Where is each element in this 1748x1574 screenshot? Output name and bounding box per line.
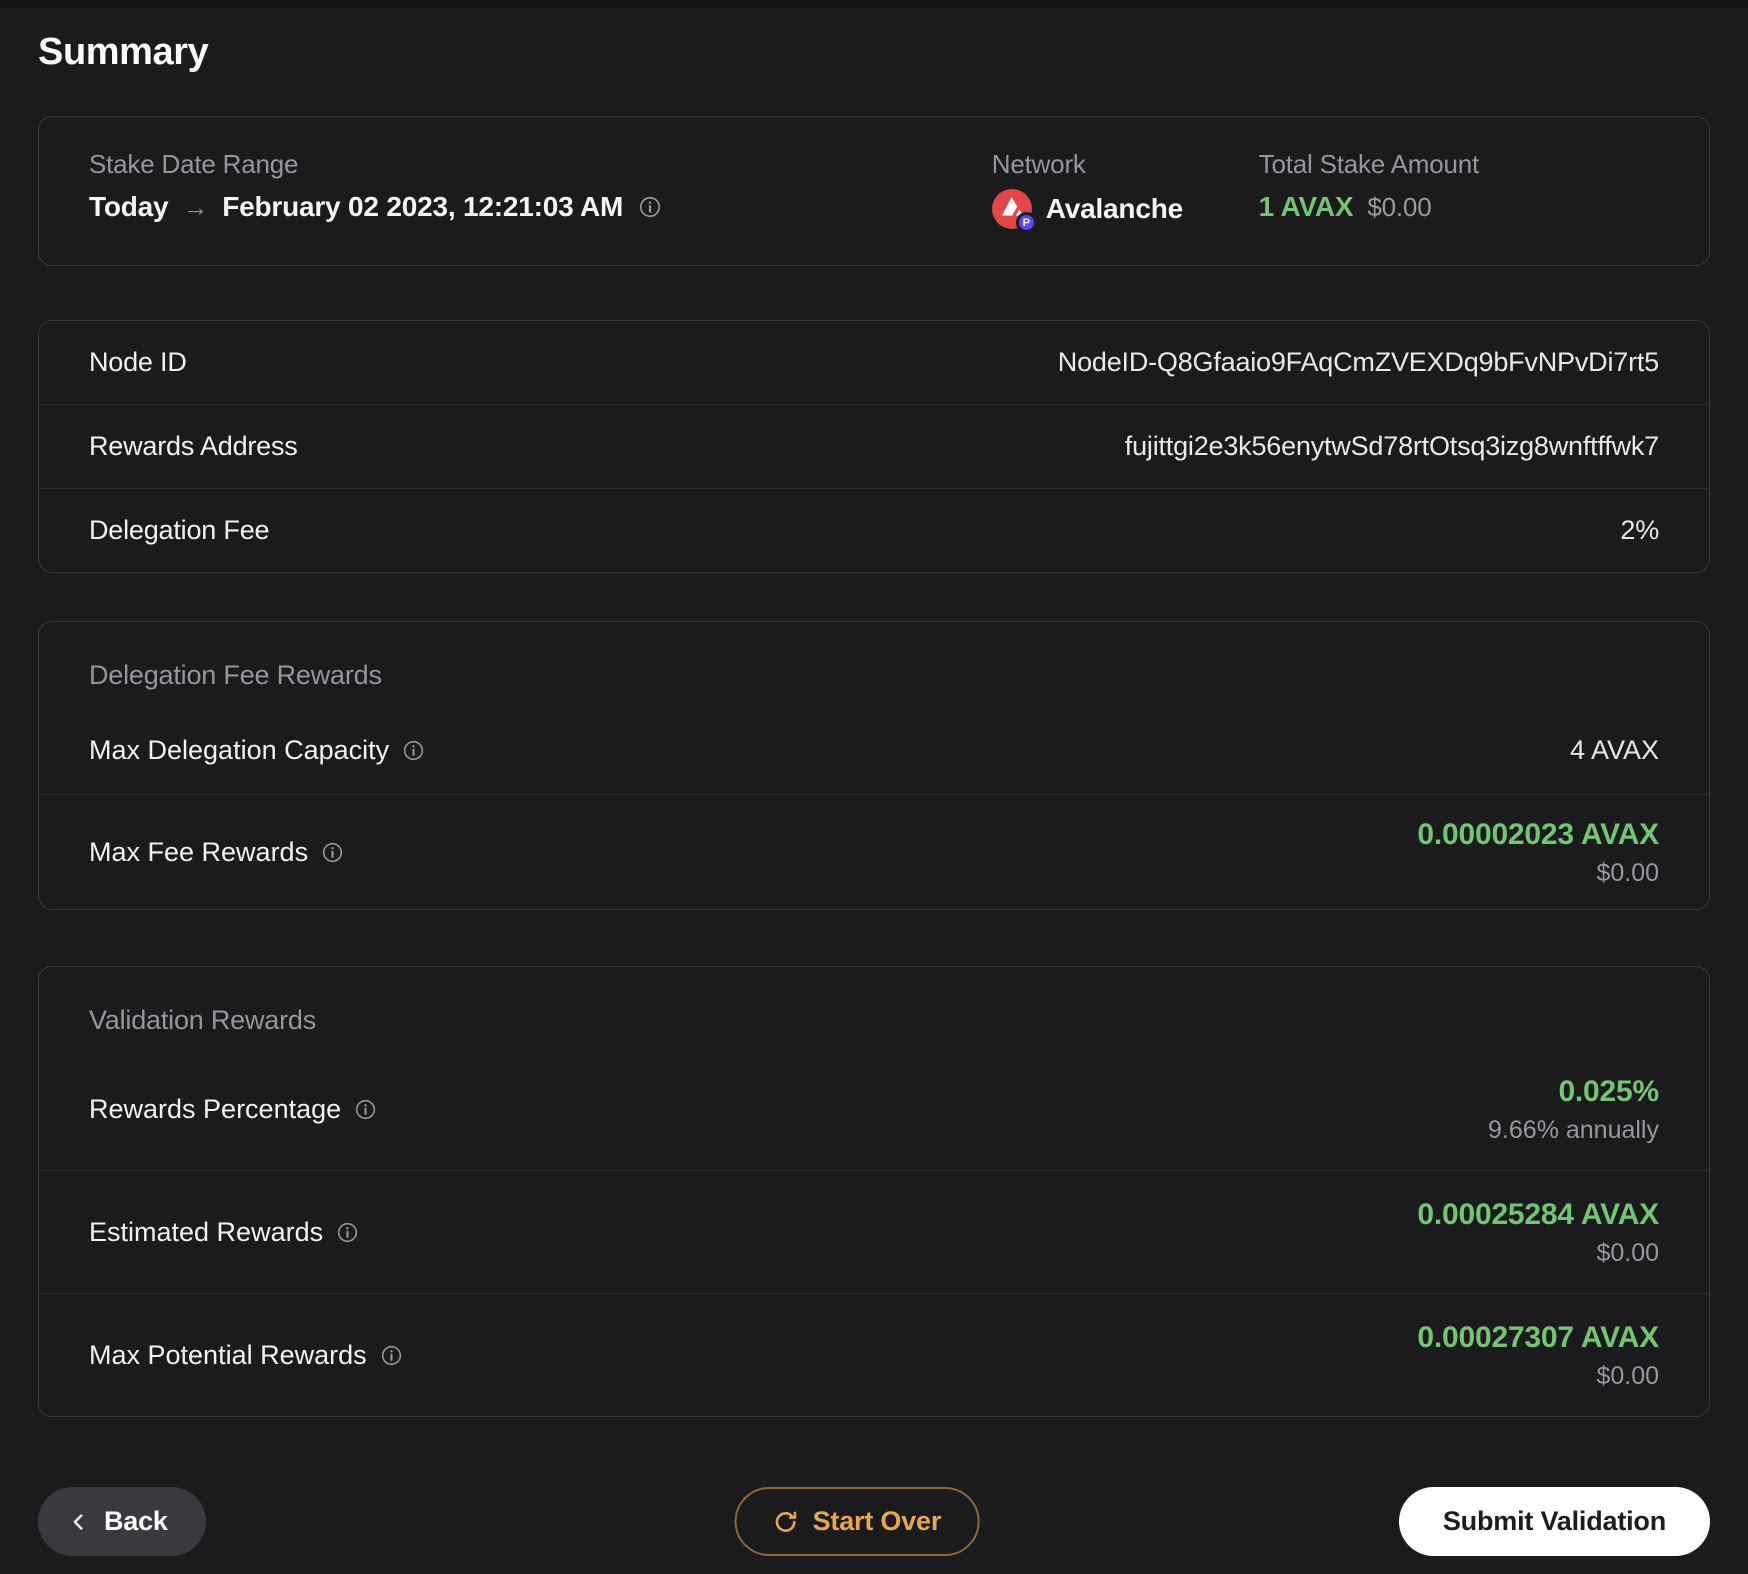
start-over-button[interactable]: Start Over [734, 1487, 980, 1556]
stake-date-range-field: Stake Date Range Today → February 02 202… [89, 149, 992, 229]
validation-rewards-card: Validation Rewards Rewards Percentage 0.… [38, 966, 1710, 1417]
delegation-fee-label: Delegation Fee [89, 515, 270, 545]
rewards-address-label: Rewards Address [89, 431, 298, 461]
info-icon[interactable] [403, 740, 424, 761]
submit-validation-button[interactable]: Submit Validation [1398, 1487, 1710, 1556]
max-delegation-capacity-value: 4 AVAX [1569, 735, 1659, 765]
estimated-rewards-value: 0.00025284 AVAX [1417, 1198, 1659, 1231]
rewards-address-row: Rewards Address fujittgi2e3k56enytwSd78r… [39, 404, 1709, 488]
info-icon[interactable] [381, 1345, 402, 1366]
p-chain-badge: P [1015, 212, 1037, 233]
estimated-rewards-usd: $0.00 [1596, 1239, 1659, 1267]
stake-overview-card: Stake Date Range Today → February 02 202… [38, 116, 1710, 266]
max-potential-rewards-row: Max Potential Rewards 0.00027307 AVAX $0… [39, 1293, 1709, 1416]
estimated-rewards-row: Estimated Rewards 0.00025284 AVAX $0.00 [39, 1170, 1709, 1293]
back-button-label: Back [104, 1506, 168, 1536]
delegation-fee-rewards-title: Delegation Fee Rewards [89, 660, 382, 690]
max-potential-rewards-label: Max Potential Rewards [89, 1339, 367, 1370]
summary-panel: Summary Stake Date Range Today → Februar… [0, 30, 1748, 1556]
total-stake-label: Total Stake Amount [1258, 149, 1480, 179]
max-delegation-capacity-row: Max Delegation Capacity 4 AVAX [39, 713, 1709, 794]
total-stake-amount: 1 AVAX [1258, 191, 1354, 222]
max-delegation-capacity-label: Max Delegation Capacity [89, 735, 390, 765]
total-stake-field: Total Stake Amount 1 AVAX $0.00 [1259, 149, 1659, 229]
info-icon[interactable] [639, 196, 661, 218]
rewards-address-value: fujittgi2e3k56enytwSd78rtOtsq3izg8wnftff… [1124, 431, 1659, 461]
rewards-percentage-annual: 9.66% annually [1488, 1116, 1659, 1144]
rewards-percentage-value: 0.025% [1558, 1075, 1659, 1108]
estimated-rewards-label: Estimated Rewards [89, 1216, 324, 1247]
max-potential-rewards-usd: $0.00 [1596, 1362, 1659, 1390]
stake-date-to: February 02 2023, 12:21:03 AM [222, 191, 624, 222]
node-id-label: Node ID [89, 347, 187, 377]
node-details-card: Node ID NodeID-Q8Gfaaio9FAqCmZVEXDq9bFvN… [38, 320, 1710, 573]
max-fee-rewards-value: 0.00002023 AVAX [1417, 818, 1659, 851]
node-id-value: NodeID-Q8Gfaaio9FAqCmZVEXDq9bFvNPvDi7rt5 [1057, 347, 1659, 377]
submit-validation-button-label: Submit Validation [1442, 1506, 1666, 1536]
rewards-percentage-row: Rewards Percentage 0.025% 9.66% annually [39, 1048, 1709, 1170]
restart-icon [773, 1509, 799, 1535]
delegation-fee-row: Delegation Fee 2% [39, 488, 1709, 572]
max-potential-rewards-value: 0.00027307 AVAX [1417, 1321, 1659, 1354]
validation-rewards-title: Validation Rewards [89, 1005, 317, 1035]
start-over-button-label: Start Over [812, 1506, 942, 1536]
delegation-fee-value: 2% [1620, 515, 1659, 545]
info-icon[interactable] [322, 842, 343, 863]
max-fee-rewards-row: Max Fee Rewards 0.00002023 AVAX $0.00 [39, 794, 1709, 909]
node-id-row: Node ID NodeID-Q8Gfaaio9FAqCmZVEXDq9bFvN… [39, 321, 1709, 404]
footer-actions: Back Start Over Submit Validation [38, 1487, 1710, 1556]
arrow-right-icon: → [182, 192, 209, 222]
avalanche-p-chain-icon: P [991, 189, 1037, 233]
total-stake-usd: $0.00 [1367, 192, 1432, 222]
stake-date-from: Today [89, 191, 169, 222]
network-field: Network P Avalanche [991, 149, 1259, 233]
info-icon[interactable] [355, 1099, 376, 1120]
stake-date-range-label: Stake Date Range [89, 149, 299, 179]
back-button[interactable]: Back [38, 1487, 206, 1556]
chevron-left-icon [68, 1511, 90, 1533]
max-fee-rewards-usd: $0.00 [1596, 859, 1659, 887]
page-title: Summary [38, 31, 209, 73]
network-label: Network [991, 149, 1086, 179]
top-edge-strip [0, 0, 1748, 8]
info-icon[interactable] [337, 1222, 358, 1243]
delegation-fee-rewards-card: Delegation Fee Rewards Max Delegation Ca… [38, 621, 1710, 910]
rewards-percentage-label: Rewards Percentage [89, 1093, 342, 1124]
network-value: Avalanche [1045, 193, 1183, 224]
max-fee-rewards-label: Max Fee Rewards [89, 836, 309, 867]
